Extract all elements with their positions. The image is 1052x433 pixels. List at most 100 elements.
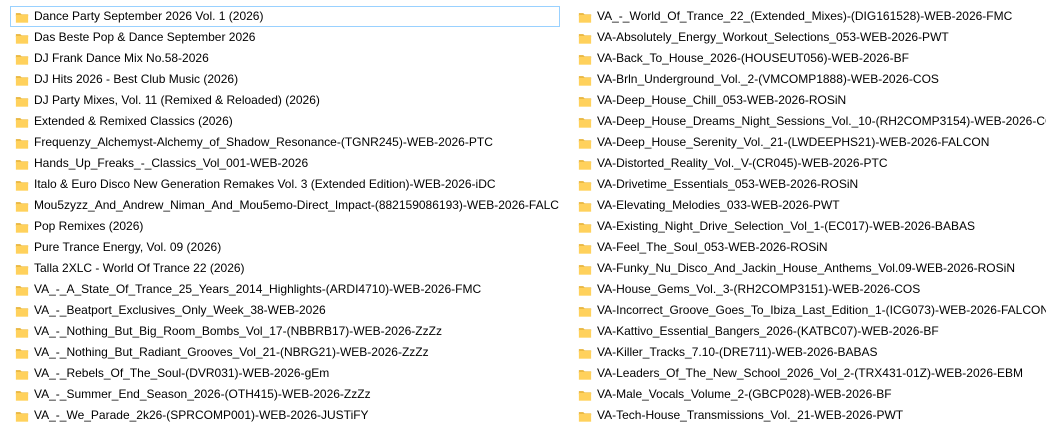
- folder-icon: [15, 12, 29, 23]
- folder-item[interactable]: VA_-_A_State_Of_Trance_25_Years_2014_Hig…: [10, 279, 560, 300]
- folder-icon: [15, 180, 29, 191]
- folder-item[interactable]: VA-Existing_Night_Drive_Selection_Vol_1-…: [573, 216, 1047, 237]
- folder-name: Pop Remixes (2026): [34, 219, 144, 233]
- folder-item[interactable]: Pure Trance Energy, Vol. 09 (2026): [10, 237, 560, 258]
- folder-item[interactable]: Frequenzy_Alchemyst-Alchemy_of_Shadow_Re…: [10, 132, 560, 153]
- file-list-view: Dance Party September 2026 Vol. 1 (2026)…: [0, 0, 1052, 433]
- folder-item[interactable]: VA-Feel_The_Soul_053-WEB-2026-ROSiN: [573, 237, 1047, 258]
- folder-name: VA-Tech-House_Transmissions_Vol._21-WEB-…: [597, 408, 904, 422]
- folder-item[interactable]: VA-Drivetime_Essentials_053-WEB-2026-ROS…: [573, 174, 1047, 195]
- folder-item[interactable]: VA_-_Rebels_Of_The_Soul-(DVR031)-WEB-202…: [10, 363, 560, 384]
- folder-icon: [15, 243, 29, 254]
- folder-item[interactable]: DJ Frank Dance Mix No.58-2026: [10, 48, 560, 69]
- folder-icon: [15, 411, 29, 422]
- folder-item[interactable]: VA_-_We_Parade_2k26-(SPRCOMP001)-WEB-202…: [10, 405, 560, 426]
- folder-item[interactable]: DJ Hits 2026 - Best Club Music (2026): [10, 69, 560, 90]
- folder-item[interactable]: VA-Deep_House_Dreams_Night_Sessions_Vol.…: [573, 111, 1047, 132]
- folder-item[interactable]: Pop Remixes (2026): [10, 216, 560, 237]
- folder-name: Das Beste Pop & Dance September 2026: [34, 30, 256, 44]
- folder-name: VA-Deep_House_Chill_053-WEB-2026-ROSiN: [597, 93, 847, 107]
- folder-name: VA-House_Gems_Vol._3-(RH2COMP3151)-WEB-2…: [597, 282, 921, 296]
- folder-icon: [578, 243, 592, 254]
- folder-item[interactable]: VA-Deep_House_Chill_053-WEB-2026-ROSiN: [573, 90, 1047, 111]
- file-list-column-left: Dance Party September 2026 Vol. 1 (2026)…: [10, 6, 560, 426]
- folder-item[interactable]: VA_-_Beatport_Exclusives_Only_Week_38-WE…: [10, 300, 560, 321]
- folder-item[interactable]: VA-Male_Vocals_Volume_2-(GBCP028)-WEB-20…: [573, 384, 1047, 405]
- folder-item[interactable]: Dance Party September 2026 Vol. 1 (2026): [10, 6, 560, 27]
- folder-name: Italo & Euro Disco New Generation Remake…: [34, 177, 496, 191]
- folder-name: VA-Male_Vocals_Volume_2-(GBCP028)-WEB-20…: [597, 387, 892, 401]
- folder-icon: [578, 75, 592, 86]
- folder-item[interactable]: VA-Absolutely_Energy_Workout_Selections_…: [573, 27, 1047, 48]
- folder-icon: [15, 117, 29, 128]
- folder-item[interactable]: DJ Party Mixes, Vol. 11 (Remixed & Reloa…: [10, 90, 560, 111]
- folder-item[interactable]: Hands_Up_Freaks_-_Classics_Vol_001-WEB-2…: [10, 153, 560, 174]
- folder-icon: [578, 159, 592, 170]
- folder-icon: [578, 327, 592, 338]
- folder-icon: [15, 390, 29, 401]
- folder-name: Hands_Up_Freaks_-_Classics_Vol_001-WEB-2…: [34, 156, 309, 170]
- folder-icon: [15, 306, 29, 317]
- folder-icon: [578, 180, 592, 191]
- folder-name: VA-Brln_Underground_Vol._2-(VMCOMP1888)-…: [597, 72, 939, 86]
- folder-item[interactable]: Extended & Remixed Classics (2026): [10, 111, 560, 132]
- folder-icon: [15, 159, 29, 170]
- folder-item[interactable]: Italo & Euro Disco New Generation Remake…: [10, 174, 560, 195]
- folder-name: VA_-_Rebels_Of_The_Soul-(DVR031)-WEB-202…: [34, 366, 330, 380]
- folder-icon: [578, 54, 592, 65]
- folder-item[interactable]: VA-Back_To_House_2026-(HOUSEUT056)-WEB-2…: [573, 48, 1047, 69]
- folder-icon: [578, 222, 592, 233]
- folder-item[interactable]: VA-Kattivo_Essential_Bangers_2026-(KATBC…: [573, 321, 1047, 342]
- folder-item[interactable]: VA-House_Gems_Vol._3-(RH2COMP3151)-WEB-2…: [573, 279, 1047, 300]
- folder-icon: [15, 348, 29, 359]
- folder-icon: [578, 369, 592, 380]
- folder-item[interactable]: VA-Deep_House_Serenity_Vol._21-(LWDEEPHS…: [573, 132, 1047, 153]
- folder-icon: [15, 138, 29, 149]
- folder-icon: [15, 201, 29, 212]
- folder-icon: [578, 117, 592, 128]
- folder-name: Frequenzy_Alchemyst-Alchemy_of_Shadow_Re…: [34, 135, 493, 149]
- folder-icon: [578, 306, 592, 317]
- folder-item[interactable]: Das Beste Pop & Dance September 2026: [10, 27, 560, 48]
- folder-icon: [578, 390, 592, 401]
- folder-name: VA-Funky_Nu_Disco_And_Jackin_House_Anthe…: [597, 261, 1015, 275]
- folder-icon: [15, 264, 29, 275]
- folder-item[interactable]: VA-Funky_Nu_Disco_And_Jackin_House_Anthe…: [573, 258, 1047, 279]
- folder-item[interactable]: Mou5zyzz_And_Andrew_Niman_And_Mou5emo-Di…: [10, 195, 560, 216]
- folder-icon: [15, 222, 29, 233]
- folder-name: VA-Back_To_House_2026-(HOUSEUT056)-WEB-2…: [597, 51, 909, 65]
- folder-name: DJ Frank Dance Mix No.58-2026: [34, 51, 209, 65]
- folder-icon: [578, 348, 592, 359]
- folder-icon: [578, 264, 592, 275]
- folder-name: DJ Hits 2026 - Best Club Music (2026): [34, 72, 239, 86]
- folder-item[interactable]: VA-Incorrect_Groove_Goes_To_Ibiza_Last_E…: [573, 300, 1047, 321]
- folder-icon: [15, 327, 29, 338]
- folder-icon: [15, 96, 29, 107]
- folder-icon: [15, 54, 29, 65]
- folder-item[interactable]: VA_-_World_Of_Trance_22_(Extended_Mixes)…: [573, 6, 1047, 27]
- folder-item[interactable]: VA_-_Nothing_But_Radiant_Grooves_Vol_21-…: [10, 342, 560, 363]
- folder-item[interactable]: VA-Elevating_Melodies_033-WEB-2026-PWT: [573, 195, 1047, 216]
- folder-name: Talla 2XLC - World Of Trance 22 (2026): [34, 261, 245, 275]
- folder-name: Dance Party September 2026 Vol. 1 (2026): [34, 9, 264, 23]
- folder-item[interactable]: Talla 2XLC - World Of Trance 22 (2026): [10, 258, 560, 279]
- folder-name: VA_-_A_State_Of_Trance_25_Years_2014_Hig…: [34, 282, 482, 296]
- folder-item[interactable]: VA-Leaders_Of_The_New_School_2026_Vol_2-…: [573, 363, 1047, 384]
- folder-icon: [15, 285, 29, 296]
- file-list-column-right: VA_-_World_Of_Trance_22_(Extended_Mixes)…: [573, 6, 1047, 426]
- folder-name: VA-Drivetime_Essentials_053-WEB-2026-ROS…: [597, 177, 859, 191]
- folder-name: VA_-_Nothing_But_Big_Room_Bombs_Vol_17-(…: [34, 324, 442, 338]
- folder-item[interactable]: VA_-_Summer_End_Season_2026-(OTH415)-WEB…: [10, 384, 560, 405]
- folder-icon: [578, 411, 592, 422]
- folder-item[interactable]: VA-Brln_Underground_Vol._2-(VMCOMP1888)-…: [573, 69, 1047, 90]
- folder-icon: [578, 138, 592, 149]
- folder-item[interactable]: VA_-_Nothing_But_Big_Room_Bombs_Vol_17-(…: [10, 321, 560, 342]
- folder-name: VA-Kattivo_Essential_Bangers_2026-(KATBC…: [597, 324, 939, 338]
- folder-name: VA-Existing_Night_Drive_Selection_Vol_1-…: [597, 219, 975, 233]
- folder-item[interactable]: VA-Tech-House_Transmissions_Vol._21-WEB-…: [573, 405, 1047, 426]
- folder-icon: [578, 33, 592, 44]
- folder-item[interactable]: VA-Killer_Tracks_7.10-(DRE711)-WEB-2026-…: [573, 342, 1047, 363]
- folder-icon: [578, 201, 592, 212]
- folder-name: VA-Absolutely_Energy_Workout_Selections_…: [597, 30, 949, 44]
- folder-item[interactable]: VA-Distorted_Reality_Vol._V-(CR045)-WEB-…: [573, 153, 1047, 174]
